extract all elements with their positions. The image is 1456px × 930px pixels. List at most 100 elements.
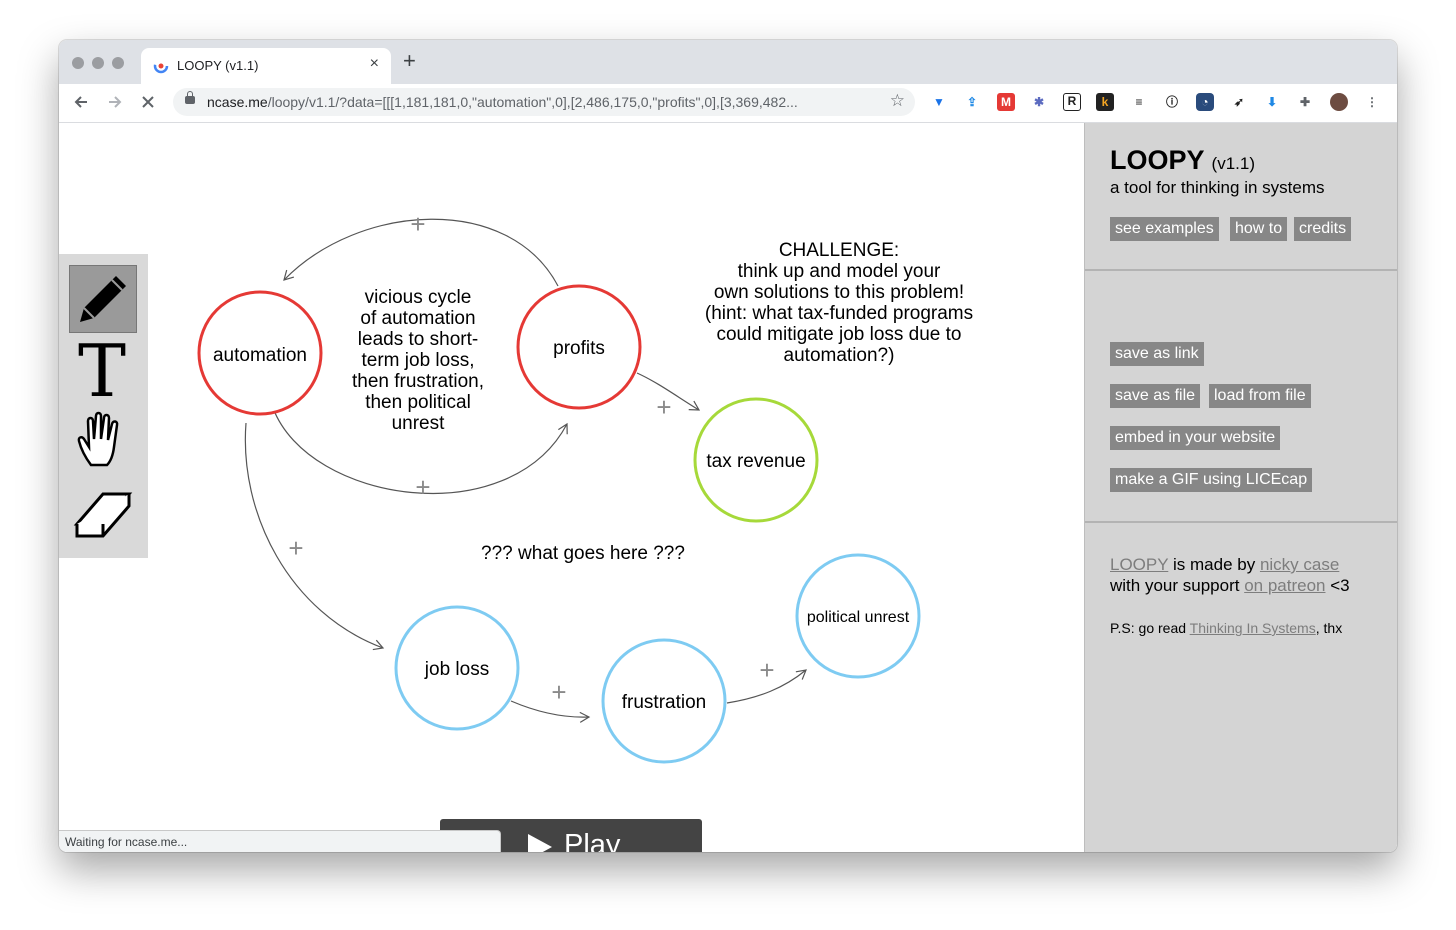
note-line: then political — [365, 392, 471, 413]
browser-window: LOOPY (v1.1) × + ncase.me/loopy/v1.1/?da… — [59, 40, 1397, 852]
node-label: profits — [553, 338, 605, 359]
lock-icon — [185, 91, 195, 104]
divider — [1085, 521, 1397, 523]
credits-line-1: LOOPY is made by nicky case — [1110, 555, 1340, 574]
note-line: term job loss, — [362, 350, 475, 371]
ps-line: P.S: go read Thinking In Systems, thx — [1110, 620, 1343, 636]
edge-sign-plus[interactable]: + — [656, 392, 671, 422]
note-line: CHALLENGE: — [779, 240, 899, 261]
edge-sign-plus[interactable]: + — [551, 677, 566, 707]
eraser-tool[interactable] — [69, 478, 135, 544]
extension-lines-icon[interactable]: ≡ — [1130, 93, 1148, 111]
edge-automation-jobloss[interactable] — [244, 422, 385, 651]
nicky-case-link[interactable]: nicky case — [1260, 555, 1339, 574]
save-as-file-button[interactable]: save as file — [1110, 384, 1201, 408]
svg-text:T: T — [78, 336, 126, 402]
embed-button[interactable]: embed in your website — [1110, 426, 1281, 450]
node-label: automation — [213, 345, 307, 366]
note-line: own solutions to this problem! — [714, 282, 964, 303]
credits-line-2: with your support on patreon <3 — [1110, 576, 1350, 595]
browser-toolbar: ncase.me/loopy/v1.1/?data=[[[1,181,181,0… — [59, 84, 1397, 123]
note-line: of automation — [360, 308, 475, 329]
text-tool[interactable]: T — [69, 329, 135, 413]
note-line: leads to short- — [358, 329, 478, 350]
note-line: think up and model your — [738, 261, 941, 282]
node-tax-revenue[interactable]: tax revenue — [693, 397, 819, 523]
extension-info-icon[interactable]: ⓘ — [1163, 93, 1181, 111]
how-to-button[interactable]: how to — [1230, 217, 1288, 241]
extension-v-icon[interactable]: ▼ — [930, 93, 948, 111]
extension-send-icon[interactable]: ➶ — [1230, 93, 1248, 111]
note-line: then frustration, — [352, 371, 484, 392]
forward-icon[interactable] — [107, 94, 123, 110]
play-label: Play — [564, 829, 621, 852]
hand-icon — [77, 411, 119, 467]
extension-chat-icon[interactable]: ◔ — [1196, 93, 1214, 111]
profile-avatar[interactable] — [1330, 93, 1348, 111]
tab-title: LOOPY (v1.1) — [177, 58, 259, 73]
menu-dots-icon[interactable]: ⋮ — [1363, 93, 1381, 111]
edge-sign-plus[interactable]: + — [288, 533, 303, 563]
see-examples-button[interactable]: see examples — [1110, 217, 1219, 241]
edge-sign-plus[interactable]: + — [410, 209, 425, 239]
patreon-link[interactable]: on patreon — [1244, 576, 1325, 595]
thinking-in-systems-link[interactable]: Thinking In Systems — [1190, 620, 1316, 636]
back-icon[interactable] — [73, 94, 89, 110]
close-window-button[interactable] — [72, 57, 84, 69]
minimize-window-button[interactable] — [92, 57, 104, 69]
extension-k-icon[interactable]: k — [1096, 93, 1114, 111]
app-version: (v1.1) — [1211, 154, 1256, 173]
pencil-tool[interactable] — [69, 265, 137, 333]
loopy-canvas[interactable]: + + + + + + automation profits tax revenue jo… — [59, 123, 1084, 852]
note-line: could mitigate job loss due to — [716, 324, 961, 345]
eraser-icon — [73, 492, 133, 538]
make-gif-button[interactable]: make a GIF using LICEcap — [1110, 468, 1313, 492]
node-label: political unrest — [807, 609, 910, 626]
url-text[interactable]: ncase.me/loopy/v1.1/?data=[[[1,181,181,0… — [207, 94, 882, 110]
node-profits[interactable]: profits — [516, 284, 642, 410]
hand-tool[interactable] — [69, 407, 135, 473]
extension-share-icon[interactable]: ⇪ — [963, 93, 981, 111]
text-t-icon: T — [78, 329, 126, 413]
node-automation[interactable]: automation — [197, 290, 323, 416]
extension-m-icon[interactable]: M — [997, 93, 1015, 111]
node-frustration[interactable]: frustration — [601, 638, 727, 764]
app-subtitle: a tool for thinking in systems — [1110, 178, 1325, 197]
note-question[interactable]: ??? what goes here ??? — [481, 543, 685, 564]
divider — [1085, 269, 1397, 271]
page-content: + + + + + + automation profits tax revenue jo… — [59, 123, 1397, 852]
node-job-loss[interactable]: job loss — [394, 605, 520, 731]
note-challenge[interactable]: CHALLENGE: think up and model your own sol… — [705, 240, 973, 366]
bookmark-star-icon[interactable]: ☆ — [890, 91, 905, 111]
extension-asterisk-icon[interactable]: ✱ — [1030, 93, 1048, 111]
edge-sign-plus[interactable]: + — [415, 472, 430, 502]
note-vicious-cycle[interactable]: vicious cycle of automation leads to short… — [352, 287, 484, 434]
node-political-unrest[interactable]: political unrest — [795, 553, 921, 679]
extension-r-icon[interactable]: R — [1063, 93, 1081, 111]
edge-jobloss-frustration[interactable] — [510, 700, 591, 723]
node-label: job loss — [424, 659, 489, 680]
save-as-link-button[interactable]: save as link — [1110, 342, 1204, 366]
tab-bar: LOOPY (v1.1) × + — [59, 40, 1397, 84]
status-bar: Waiting for ncase.me... — [59, 830, 501, 852]
credits-button[interactable]: credits — [1294, 217, 1352, 241]
play-icon — [528, 834, 552, 852]
extensions-puzzle-icon[interactable]: ✚ — [1296, 93, 1314, 111]
zoom-window-button[interactable] — [112, 57, 124, 69]
new-tab-button[interactable]: + — [403, 50, 416, 72]
app-title: LOOPY (v1.1) — [1110, 145, 1256, 175]
loopy-link[interactable]: LOOPY — [1110, 555, 1168, 574]
sidebar: LOOPY (v1.1) a tool for thinking in syst… — [1084, 123, 1397, 852]
extension-download-icon[interactable]: ⬇ — [1263, 93, 1281, 111]
stop-loading-icon[interactable] — [141, 95, 155, 109]
tab-close-icon[interactable]: × — [370, 55, 379, 73]
loading-favicon-icon — [153, 58, 169, 74]
address-bar[interactable]: ncase.me/loopy/v1.1/?data=[[[1,181,181,0… — [173, 88, 915, 116]
node-label: frustration — [622, 692, 706, 713]
tool-palette: T — [59, 254, 148, 558]
node-label: tax revenue — [706, 451, 805, 472]
tab-loopy[interactable]: LOOPY (v1.1) × — [141, 48, 391, 84]
edge-sign-plus[interactable]: + — [759, 655, 774, 685]
load-from-file-button[interactable]: load from file — [1209, 384, 1311, 408]
note-line: vicious cycle — [365, 287, 472, 308]
